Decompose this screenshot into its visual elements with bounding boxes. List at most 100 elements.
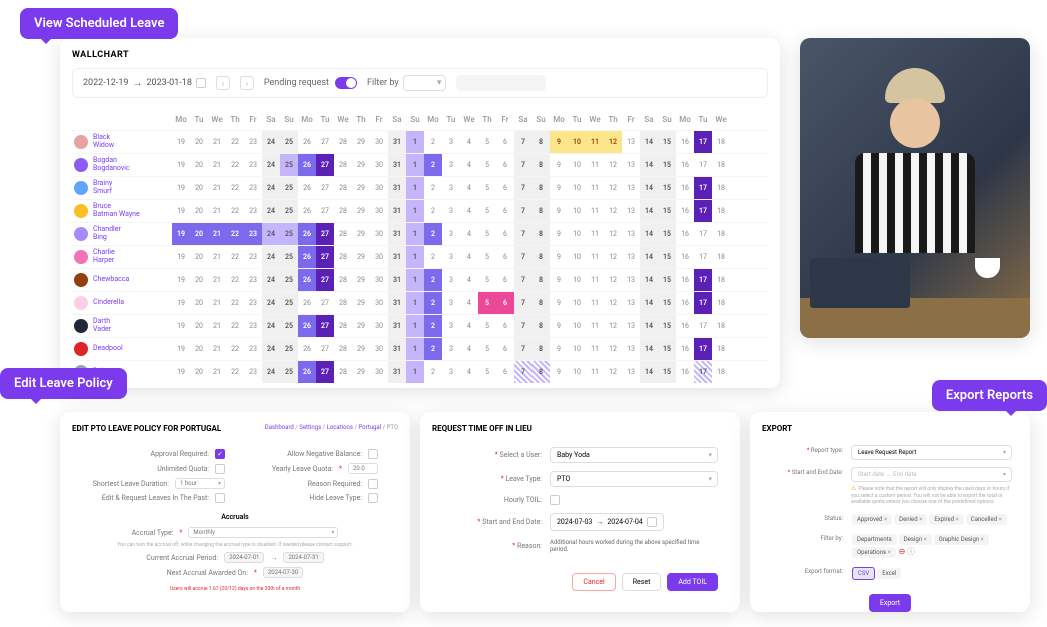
reason-checkbox[interactable] xyxy=(368,479,378,489)
day-cell[interactable]: 4 xyxy=(460,246,478,268)
day-cell[interactable]: 15 xyxy=(658,200,676,222)
day-cell[interactable]: 29 xyxy=(352,177,370,199)
day-cell[interactable]: 1 xyxy=(406,223,424,245)
day-cell[interactable]: 16 xyxy=(676,315,694,337)
day-cell[interactable]: 25 xyxy=(280,200,298,222)
day-cell[interactable]: 23 xyxy=(244,269,262,291)
day-cell[interactable]: 7 xyxy=(514,131,532,153)
day-cell[interactable]: 11 xyxy=(586,131,604,153)
day-cell[interactable]: 7 xyxy=(514,154,532,176)
day-cell[interactable]: 6 xyxy=(496,361,514,383)
person-cell[interactable]: BlackWidow xyxy=(72,131,172,153)
user-select[interactable]: Baby Yoda xyxy=(550,447,718,463)
day-cell[interactable]: 9 xyxy=(550,223,568,245)
past-checkbox[interactable] xyxy=(215,493,225,503)
day-cell[interactable]: 8 xyxy=(532,131,550,153)
day-cell[interactable]: 26 xyxy=(298,177,316,199)
day-cell[interactable]: 26 xyxy=(298,315,316,337)
day-cell[interactable]: 27 xyxy=(316,154,334,176)
day-cell[interactable]: 5 xyxy=(478,269,496,291)
day-cell[interactable]: 12 xyxy=(604,131,622,153)
day-cell[interactable]: 6 xyxy=(496,154,514,176)
day-cell[interactable]: 9 xyxy=(550,269,568,291)
prev-button[interactable]: ‹ xyxy=(216,76,230,90)
day-cell[interactable]: 31 xyxy=(388,246,406,268)
day-cell[interactable]: 25 xyxy=(280,315,298,337)
day-cell[interactable]: 2 xyxy=(424,200,442,222)
day-cell[interactable]: 31 xyxy=(388,338,406,360)
day-cell[interactable]: 9 xyxy=(550,177,568,199)
day-cell[interactable]: 14 xyxy=(640,315,658,337)
day-cell[interactable]: 26 xyxy=(298,292,316,314)
day-cell[interactable]: 8 xyxy=(532,154,550,176)
day-cell[interactable]: 6 xyxy=(496,131,514,153)
day-cell[interactable]: 29 xyxy=(352,269,370,291)
day-cell[interactable]: 31 xyxy=(388,269,406,291)
day-cell[interactable]: 11 xyxy=(586,292,604,314)
day-cell[interactable]: 7 xyxy=(514,292,532,314)
day-cell[interactable]: 30 xyxy=(370,200,388,222)
day-cell[interactable]: 12 xyxy=(604,246,622,268)
day-cell[interactable]: 2 xyxy=(424,177,442,199)
shortest-select[interactable]: 1 hour xyxy=(175,478,225,489)
day-cell[interactable]: 21 xyxy=(208,223,226,245)
day-cell[interactable]: 28 xyxy=(334,315,352,337)
day-cell[interactable]: 18 xyxy=(712,131,730,153)
day-cell[interactable]: 26 xyxy=(298,131,316,153)
day-cell[interactable]: 13 xyxy=(622,131,640,153)
day-cell[interactable]: 7 xyxy=(514,177,532,199)
day-cell[interactable]: 5 xyxy=(478,315,496,337)
day-cell[interactable]: 9 xyxy=(550,246,568,268)
day-cell[interactable]: 29 xyxy=(352,246,370,268)
day-cell[interactable]: 14 xyxy=(640,177,658,199)
day-cell[interactable]: 20 xyxy=(190,361,208,383)
filter-chip[interactable]: Operations xyxy=(852,547,896,558)
day-cell[interactable]: 18 xyxy=(712,338,730,360)
day-cell[interactable]: 28 xyxy=(334,131,352,153)
day-cell[interactable]: 20 xyxy=(190,315,208,337)
approval-checkbox[interactable]: ✓ xyxy=(215,449,225,459)
day-cell[interactable]: 18 xyxy=(712,361,730,383)
day-cell[interactable]: 1 xyxy=(406,292,424,314)
day-cell[interactable]: 30 xyxy=(370,269,388,291)
day-cell[interactable]: 31 xyxy=(388,315,406,337)
day-cell[interactable]: 23 xyxy=(244,131,262,153)
person-cell[interactable]: BogdanBogdanovic xyxy=(72,154,172,176)
person-cell[interactable]: ChandlerBing xyxy=(72,223,172,245)
day-cell[interactable]: 1 xyxy=(406,246,424,268)
day-cell[interactable]: 12 xyxy=(604,315,622,337)
day-cell[interactable]: 5 xyxy=(478,154,496,176)
day-cell[interactable]: 18 xyxy=(712,154,730,176)
day-cell[interactable]: 16 xyxy=(676,177,694,199)
day-cell[interactable]: 23 xyxy=(244,338,262,360)
day-cell[interactable]: 3 xyxy=(442,361,460,383)
day-cell[interactable]: 21 xyxy=(208,269,226,291)
day-cell[interactable]: 8 xyxy=(532,361,550,383)
day-cell[interactable]: 22 xyxy=(226,154,244,176)
day-cell[interactable]: 10 xyxy=(568,338,586,360)
day-cell[interactable]: 4 xyxy=(460,292,478,314)
day-cell[interactable]: 19 xyxy=(172,361,190,383)
day-cell[interactable]: 17 xyxy=(694,131,712,153)
day-cell[interactable]: 31 xyxy=(388,177,406,199)
day-cell[interactable]: 12 xyxy=(604,338,622,360)
day-cell[interactable]: 27 xyxy=(316,338,334,360)
day-cell[interactable]: 12 xyxy=(604,292,622,314)
day-cell[interactable]: 26 xyxy=(298,361,316,383)
day-cell[interactable]: 19 xyxy=(172,177,190,199)
day-cell[interactable]: 29 xyxy=(352,361,370,383)
day-cell[interactable]: 17 xyxy=(694,315,712,337)
day-cell[interactable]: 15 xyxy=(658,154,676,176)
day-cell[interactable]: 19 xyxy=(172,223,190,245)
day-cell[interactable]: 11 xyxy=(586,269,604,291)
day-cell[interactable]: 23 xyxy=(244,223,262,245)
day-cell[interactable]: 3 xyxy=(442,315,460,337)
day-cell[interactable]: 12 xyxy=(604,154,622,176)
day-cell[interactable]: 17 xyxy=(694,200,712,222)
day-cell[interactable]: 19 xyxy=(172,292,190,314)
day-cell[interactable]: 10 xyxy=(568,131,586,153)
day-cell[interactable]: 19 xyxy=(172,246,190,268)
day-cell[interactable]: 25 xyxy=(280,223,298,245)
day-cell[interactable]: 14 xyxy=(640,292,658,314)
day-cell[interactable]: 6 xyxy=(496,200,514,222)
